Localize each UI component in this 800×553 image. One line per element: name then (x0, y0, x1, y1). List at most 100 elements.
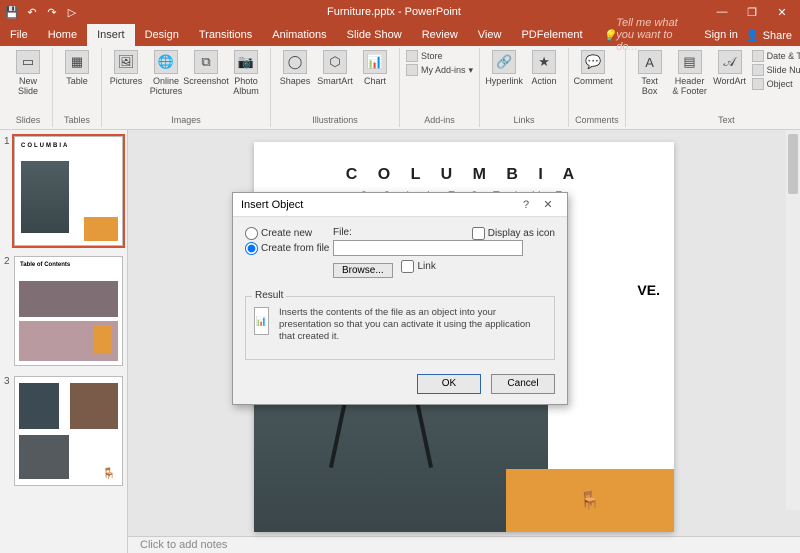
thumb-number-2: 2 (4, 256, 10, 267)
thumb1-chair-image (21, 161, 69, 233)
slide-number-button[interactable]: Slide Number (752, 64, 800, 76)
pictures-label: Pictures (110, 76, 143, 86)
hyperlink-button[interactable]: 🔗Hyperlink (486, 50, 522, 86)
slide-number-label: Slide Number (767, 65, 800, 75)
tab-design[interactable]: Design (135, 24, 189, 46)
group-illustrations-label: Illustrations (277, 115, 393, 125)
thumb2-lamp-image (94, 325, 112, 353)
slide-tagline-fragment: VE. (637, 282, 660, 298)
restore-button[interactable]: ❐ (738, 6, 766, 19)
my-addins-label: My Add-ins (421, 65, 466, 75)
undo-icon[interactable]: ↶ (24, 4, 40, 20)
new-slide-button[interactable]: ▭New Slide (10, 50, 46, 96)
start-slideshow-icon[interactable]: ▷ (64, 4, 80, 20)
create-from-file-label: Create from file (261, 243, 329, 254)
display-as-icon-label: Display as icon (488, 228, 555, 239)
text-box-button[interactable]: AText Box (632, 50, 668, 96)
dialog-close-button[interactable]: ✕ (537, 198, 559, 211)
slide-thumbnail-2[interactable]: Table of Contents (14, 256, 123, 366)
browse-button[interactable]: Browse... (333, 263, 393, 278)
tell-me-search[interactable]: 💡 Tell me what you want to do... (593, 24, 705, 46)
smartart-label: SmartArt (317, 76, 353, 86)
chart-label: Chart (364, 76, 386, 86)
notes-pane[interactable]: Click to add notes (128, 536, 800, 553)
smartart-button[interactable]: ⬡SmartArt (317, 50, 353, 86)
group-images-label: Images (108, 115, 264, 125)
wordart-button[interactable]: 𝒜WordArt (712, 50, 748, 86)
result-icon: 📊 (254, 307, 269, 335)
slide-thumbnail-3[interactable]: 🪑 (14, 376, 123, 486)
group-text: AText Box ▤Header & Footer 𝒜WordArt Date… (626, 48, 800, 127)
close-button[interactable]: ✕ (768, 6, 796, 19)
shapes-button[interactable]: ◯Shapes (277, 50, 313, 86)
tab-insert[interactable]: Insert (87, 24, 135, 46)
tab-slideshow[interactable]: Slide Show (337, 24, 412, 46)
tab-review[interactable]: Review (412, 24, 468, 46)
store-button[interactable]: Store (406, 50, 473, 62)
thumb2-toc-title: Table of Contents (15, 257, 122, 273)
header-footer-button[interactable]: ▤Header & Footer (672, 50, 708, 96)
save-icon[interactable]: 💾 (4, 4, 20, 20)
insert-object-dialog: Insert Object ? ✕ Display as icon Create… (232, 192, 568, 405)
chart-button[interactable]: 📊Chart (357, 50, 393, 86)
result-box: Result 📊 Inserts the contents of the fil… (245, 296, 555, 360)
tab-view[interactable]: View (468, 24, 512, 46)
pictures-button[interactable]: 🖼Pictures (108, 50, 144, 86)
share-label: Share (763, 30, 792, 42)
minimize-button[interactable]: — (708, 6, 736, 19)
table-button[interactable]: ▦Table (59, 50, 95, 86)
comment-button[interactable]: 💬Comment (575, 50, 611, 86)
group-comments-label: Comments (575, 115, 619, 125)
tab-pdfelement[interactable]: PDFelement (511, 24, 592, 46)
comment-label: Comment (574, 76, 613, 86)
scrollbar-thumb[interactable] (788, 134, 798, 194)
ok-button[interactable]: OK (417, 374, 481, 394)
object-button[interactable]: Object (752, 78, 800, 90)
result-description: Inserts the contents of the file as an o… (279, 307, 546, 343)
slide-title: C O L U M B I A (254, 142, 674, 184)
action-button[interactable]: ★Action (526, 50, 562, 86)
photo-album-label: Photo Album (233, 76, 259, 96)
thumb2-row-1 (19, 281, 118, 317)
thumb-number-3: 3 (4, 376, 10, 387)
ribbon-tabs: File Home Insert Design Transitions Anim… (0, 24, 800, 46)
dialog-title: Insert Object (241, 199, 303, 211)
chair-icon: 🪑 (579, 490, 601, 511)
thumb1-title: COLUMBIA (15, 137, 122, 149)
tab-transitions[interactable]: Transitions (189, 24, 262, 46)
screenshot-button[interactable]: ⧉Screenshot (188, 50, 224, 86)
create-new-radio[interactable]: Create new (245, 227, 333, 240)
tab-file[interactable]: File (0, 24, 38, 46)
sign-in-link[interactable]: Sign in (704, 29, 738, 41)
window-title: Furniture.pptx - PowerPoint (80, 6, 708, 18)
redo-icon[interactable]: ↷ (44, 4, 60, 20)
text-box-label: Text Box (641, 76, 658, 96)
new-slide-label: New Slide (18, 76, 38, 96)
object-label: Object (767, 79, 793, 89)
photo-album-button[interactable]: 📷Photo Album (228, 50, 264, 96)
online-pictures-label: Online Pictures (150, 76, 183, 96)
tab-animations[interactable]: Animations (262, 24, 336, 46)
create-from-file-radio[interactable]: Create from file (245, 242, 333, 255)
group-images: 🖼Pictures 🌐Online Pictures ⧉Screenshot 📷… (102, 48, 271, 127)
cancel-button[interactable]: Cancel (491, 374, 555, 394)
thumb3-block-1 (19, 383, 59, 429)
date-time-button[interactable]: Date & Time (752, 50, 800, 62)
result-legend: Result (252, 290, 286, 301)
thumb3-accent: 🪑 (102, 467, 112, 477)
display-as-icon-checkbox[interactable] (472, 227, 485, 240)
wordart-label: WordArt (713, 76, 746, 86)
vertical-scrollbar[interactable] (786, 130, 800, 510)
accent-block: 🪑 (506, 469, 674, 532)
share-button[interactable]: 👤 Share (746, 29, 792, 42)
dialog-help-button[interactable]: ? (515, 199, 537, 211)
my-addins-button[interactable]: My Add-ins ▾ (406, 64, 473, 76)
online-pictures-button[interactable]: 🌐Online Pictures (148, 50, 184, 96)
link-checkbox[interactable] (401, 260, 414, 273)
table-label: Table (66, 76, 88, 86)
ribbon: ▭New Slide Slides ▦Table Tables 🖼Picture… (0, 46, 800, 130)
action-label: Action (532, 76, 557, 86)
tab-home[interactable]: Home (38, 24, 87, 46)
file-path-input[interactable] (333, 240, 523, 256)
slide-thumbnail-1[interactable]: COLUMBIA (14, 136, 123, 246)
